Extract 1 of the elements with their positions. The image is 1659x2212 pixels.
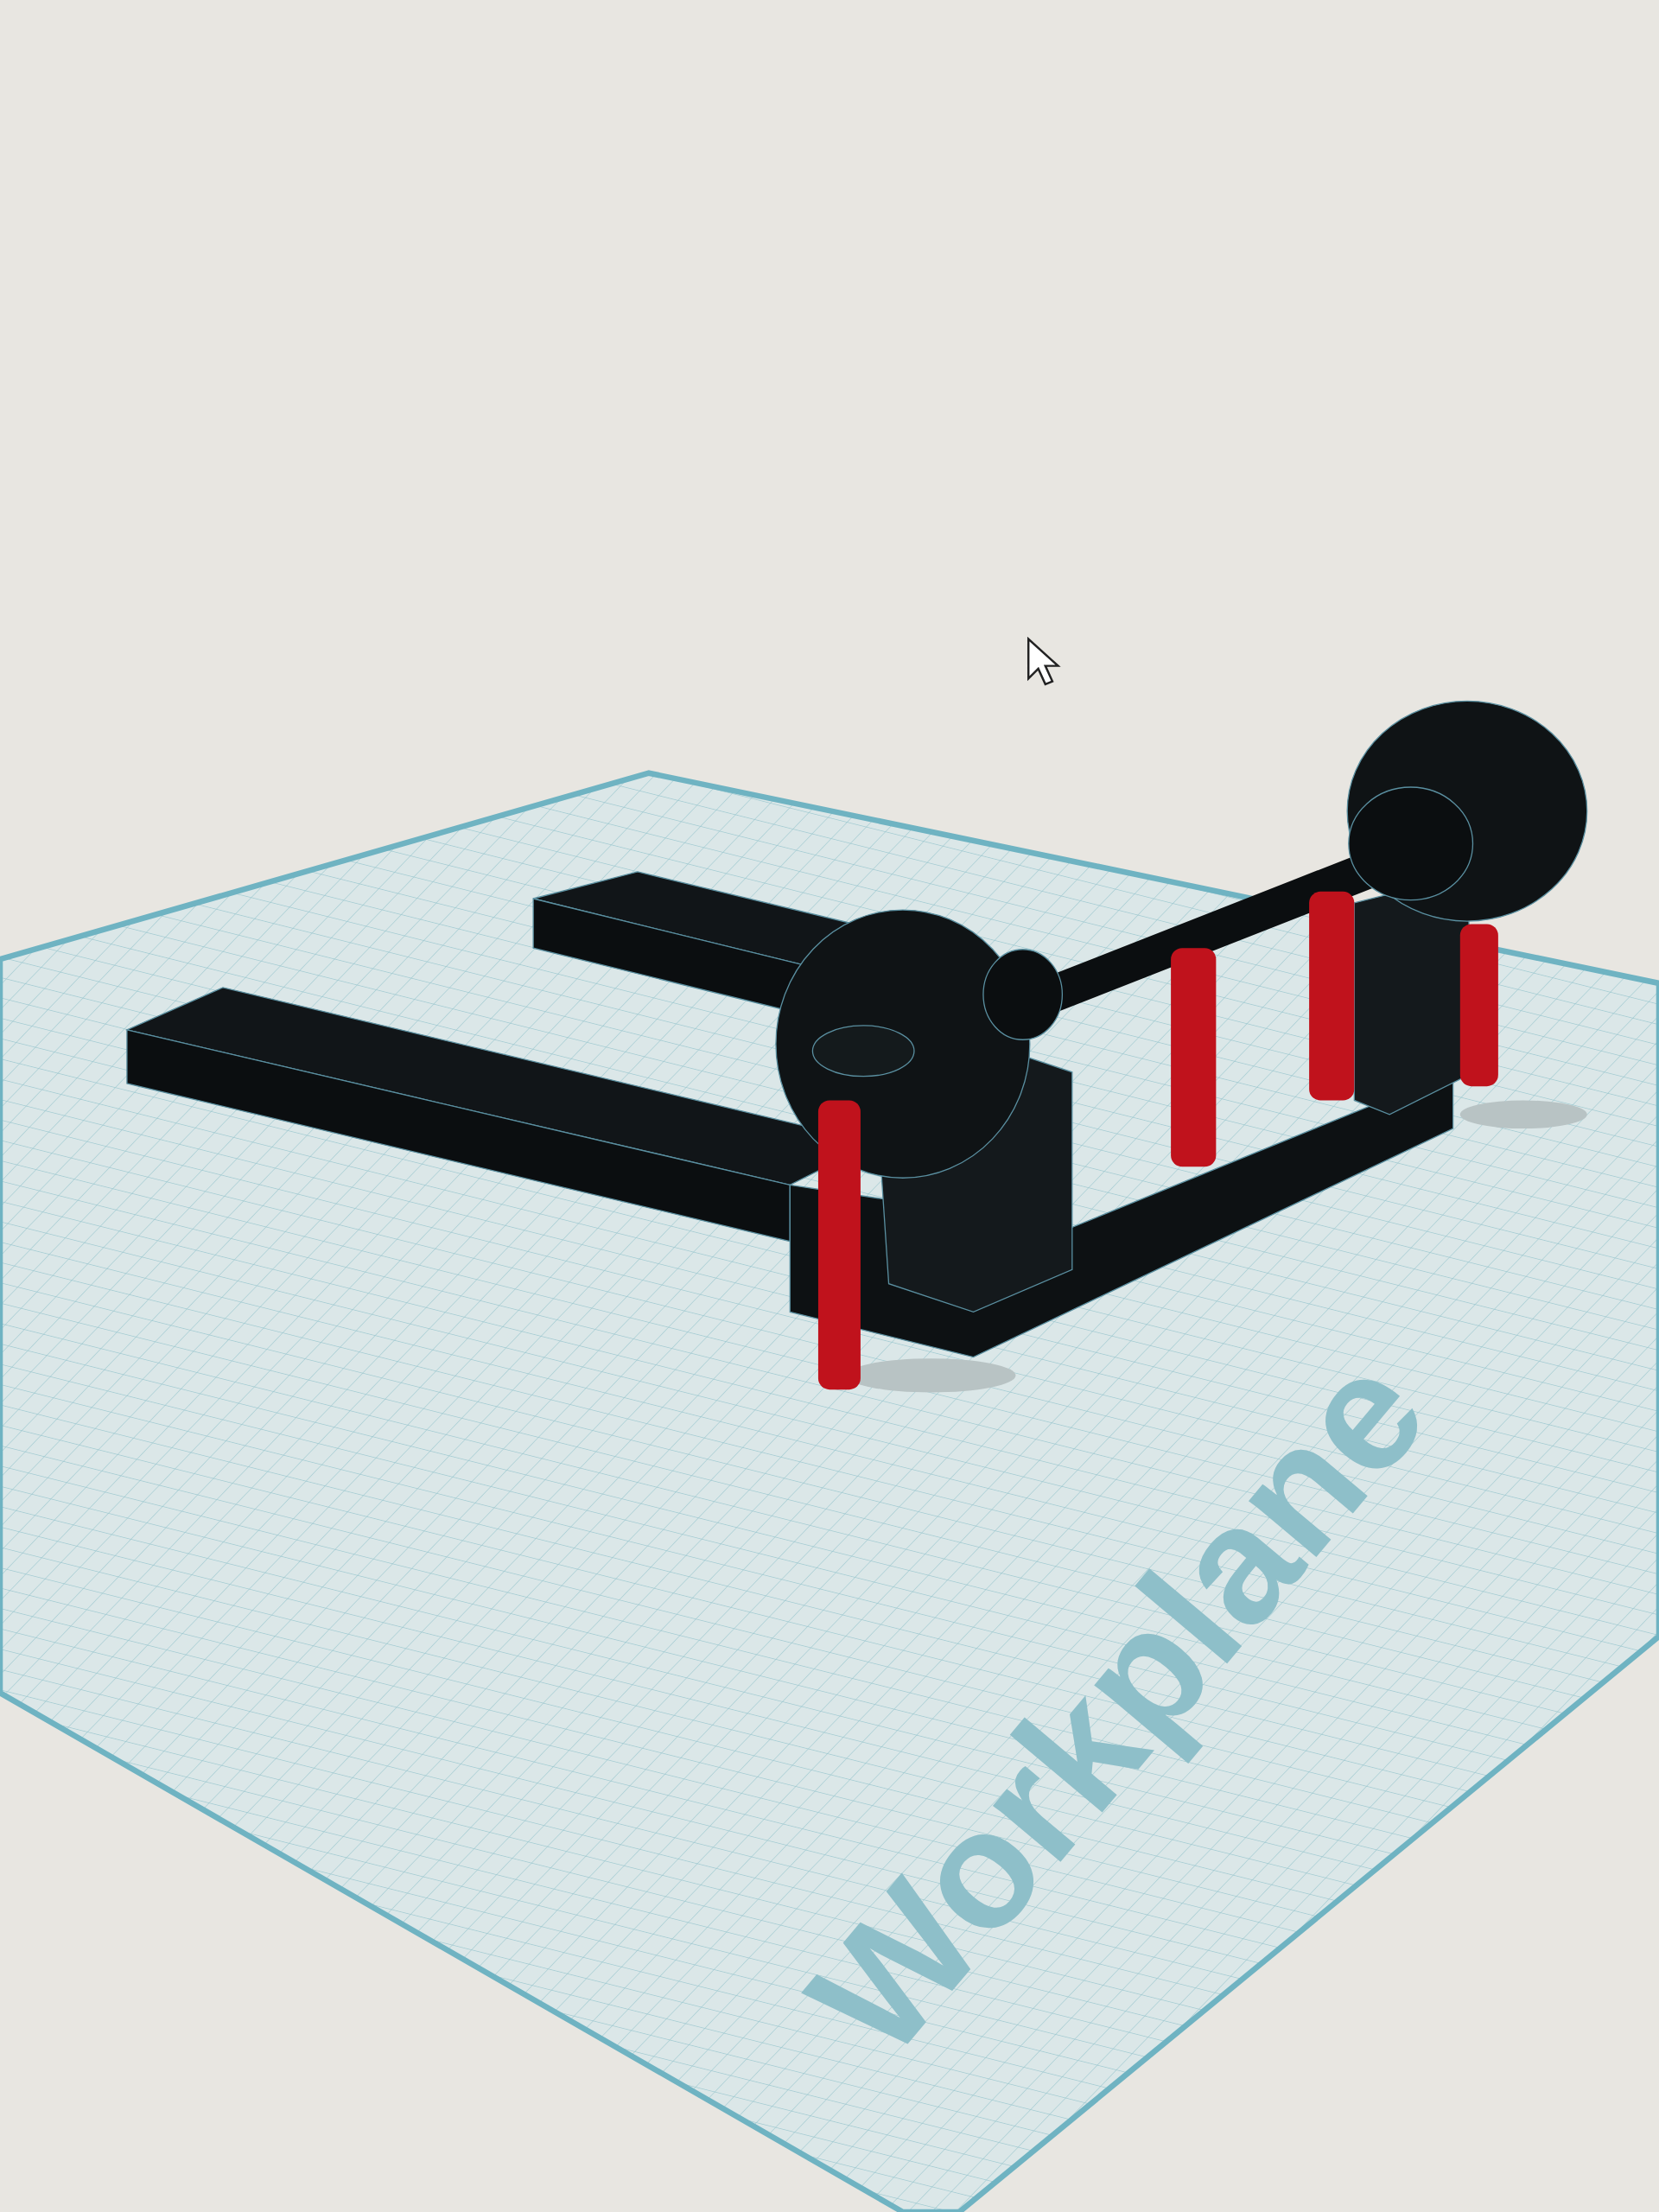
mouse-cursor-icon: [1027, 636, 1061, 686]
